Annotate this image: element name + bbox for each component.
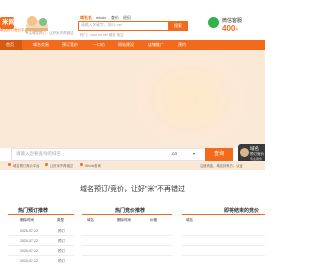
wechat-label[interactable]: 微信客服 [222,17,242,24]
bullet-icon [8,163,11,166]
feature-item-2: 让好米不再错过 [50,164,74,168]
nav-item-promote[interactable]: 店铺推广 [148,42,164,48]
table-cell[interactable]: 预订 [58,249,65,254]
nav-item-reserve-bid[interactable]: 预订竞价 [62,42,78,48]
table-cell: 2020-07-22 [20,249,38,253]
table-cell[interactable]: 预订 [58,239,65,244]
feature-item-1: 域名预订竞价平台 [13,164,40,168]
col2-header-price: 价格 [150,218,157,222]
col2-header-time: 删除时间 [117,218,131,222]
bullet-icon [45,163,48,166]
logo-text: 米网 [2,19,15,26]
row-divider [182,245,265,246]
table-cell: 2020-07-22 [20,259,38,263]
column-underline [82,214,172,215]
column-title-ending-bid: 即将结束的竞价 [224,208,260,214]
table-cell[interactable]: 预订 [58,259,65,264]
row-divider [8,235,74,236]
nav-item-home[interactable]: 首页 [6,42,14,48]
nav-item-website[interactable]: 网站建设 [118,42,134,48]
feature-item-3[interactable]: Whois查询 [85,163,101,168]
col2-header-domain: 域名 [87,218,94,222]
column-title-hot-bid: 热门竞价推荐 [115,208,146,214]
hot-keywords[interactable]: 热门：com cn net 域名 抢注 [80,33,124,38]
header-search-button[interactable]: 搜索 [168,21,188,31]
tagline: 专注域名预订 · 让好米不再错过 [25,31,74,35]
wechat-icon [208,17,219,28]
column-underline [8,214,74,215]
nav-item-domain-trade[interactable]: 域名交易 [33,42,49,48]
row-divider [8,255,74,256]
hero-glow [130,50,250,148]
hotline-number: 400- [222,24,239,33]
chevron-down-icon[interactable]: ▾ [193,151,195,156]
col3-header-domain: 域名 [186,218,193,222]
table-cell: 2020-07-22 [20,229,38,233]
header-search-placeholder: 请输入关键字，如51.net [81,23,122,27]
col1-header-time: 删除时间 [20,218,34,222]
row-divider [182,255,265,256]
section-title: 域名预订/竞价，让好"米"不再错过 [80,186,185,193]
column-underline [182,214,265,215]
row-divider [82,235,172,236]
suffix-select[interactable]: .cn [171,151,177,156]
col1-header-type: 类型 [57,218,64,222]
feature-note: 注册资金，域名持有方，认证 [200,164,243,168]
table-cell[interactable]: 预订 [58,229,65,234]
column-title-hot-reserve: 热门预订推荐 [18,208,49,214]
hero-search-placeholder: 请输入您要查询的域名 [16,151,61,156]
search-tab-whois[interactable]: whois [96,15,106,20]
row-divider [82,255,172,256]
nav-item-fixed-price[interactable]: 一口价 [93,42,105,48]
row-divider [8,245,74,246]
hero-search-button[interactable]: 查询 [205,148,233,161]
bullet-icon [80,163,83,166]
row-divider [82,245,172,246]
row-divider [182,235,265,236]
table-cell: 2020-07-22 [20,239,38,243]
service-avatar [240,148,249,157]
nav-item-booking[interactable]: 预约 [178,42,186,48]
